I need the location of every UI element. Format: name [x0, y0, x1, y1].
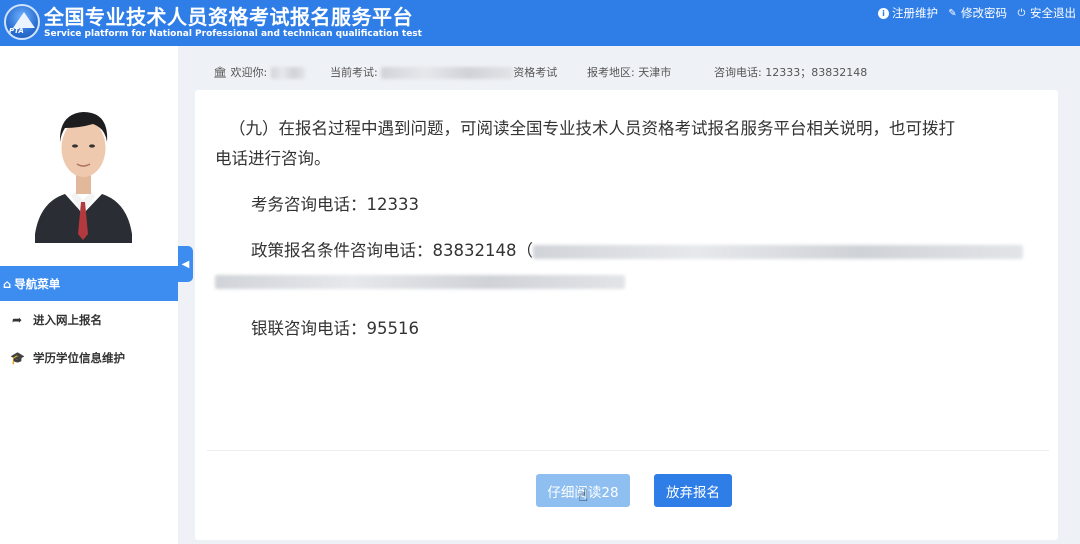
bank-icon: 🏛 — [213, 66, 227, 79]
exam-suffix: 资格考试 — [513, 66, 558, 79]
exam-affairs-phone: 考务咨询电话：12333 — [251, 195, 419, 214]
avatar — [35, 84, 132, 243]
phone-label: 咨询电话: — [714, 66, 762, 79]
redacted-policy-detail — [532, 244, 1023, 259]
logout-link[interactable]: ⏻ 安全退出 — [1016, 5, 1076, 21]
platform-subtitle: Service platform for National Profession… — [44, 29, 422, 39]
exam-label: 当前考试: — [330, 66, 378, 79]
policy-phone-text: 政策报名条件咨询电话：83832148（ — [251, 241, 533, 260]
welcome-segment: 🏛 欢迎你: — [213, 64, 305, 80]
notice-paragraph: （九）在报名过程中遇到问题，可阅读全国专业技术人员资格考试报名服务平台相关说明，… — [229, 119, 955, 138]
redacted-username — [270, 67, 305, 79]
register-maintain-label: 注册维护 — [892, 6, 938, 20]
header-links: i 注册维护 ✎ 修改密码 ⏻ 安全退出 — [878, 5, 1076, 21]
exam-segment: 当前考试: 资格考试 — [330, 64, 557, 80]
sidebar: ⌂ 导航菜单 ➦ 进入网上报名 🎓 学历学位信息维护 — [0, 46, 178, 544]
sidebar-collapse-toggle[interactable]: ◀ — [178, 246, 193, 282]
change-password-link[interactable]: ✎ 修改密码 — [947, 5, 1007, 21]
hand-cursor-icon: ☝ — [578, 486, 589, 506]
sidebar-item-label: 进入网上报名 — [33, 313, 102, 327]
nav-menu-title: 导航菜单 — [14, 276, 61, 291]
register-maintain-link[interactable]: i 注册维护 — [878, 5, 938, 21]
top-header: PTA 全国专业技术人员资格考试报名服务平台 Service platform … — [0, 0, 1080, 46]
abandon-registration-button[interactable]: 放弃报名 — [654, 474, 732, 507]
redacted-policy-detail-cont — [215, 274, 625, 289]
region-label: 报考地区: — [587, 66, 635, 79]
logout-label: 安全退出 — [1030, 6, 1076, 20]
pta-logo: PTA — [4, 4, 40, 40]
region-segment: 报考地区: 天津市 — [587, 64, 671, 80]
phone-value: 12333；83832148 — [765, 66, 868, 79]
phone-segment: 咨询电话: 12333；83832148 — [714, 64, 867, 80]
platform-title: 全国专业技术人员资格考试报名服务平台 — [44, 5, 413, 29]
policy-phone: 政策报名条件咨询电话：83832148（ — [251, 236, 1023, 266]
redacted-line — [215, 266, 625, 296]
sidebar-item-label: 学历学位信息维护 — [33, 351, 125, 365]
power-icon: ⏻ — [1017, 7, 1026, 19]
divider — [207, 450, 1049, 451]
chevron-left-icon: ◀ — [181, 258, 190, 270]
redacted-exam-name — [381, 67, 514, 79]
nav-menu-header: ⌂ 导航菜单 — [0, 266, 178, 301]
region-value: 天津市 — [638, 66, 672, 79]
sidebar-item-degree-info[interactable]: 🎓 学历学位信息维护 — [0, 343, 178, 373]
change-password-label: 修改密码 — [961, 6, 1007, 20]
edit-icon: ✎ — [948, 7, 957, 19]
sidebar-item-online-registration[interactable]: ➦ 进入网上报名 — [0, 305, 178, 335]
notice-paragraph-cont: 电话进行咨询。 — [215, 149, 331, 168]
info-icon: i — [878, 7, 889, 19]
home-icon: ⌂ — [3, 276, 12, 291]
notice-panel: （九）在报名过程中遇到问题，可阅读全国专业技术人员资格考试报名服务平台相关说明，… — [195, 90, 1058, 540]
unionpay-phone: 银联咨询电话：95516 — [251, 319, 419, 338]
user-info-bar: 🏛 欢迎你: 当前考试: 资格考试 报考地区: 天津市 咨询电话: 12333；… — [195, 56, 1058, 86]
welcome-label: 欢迎你: — [230, 66, 268, 79]
graduation-cap-icon: 🎓 — [10, 351, 25, 365]
share-arrow-icon: ➦ — [11, 313, 23, 327]
